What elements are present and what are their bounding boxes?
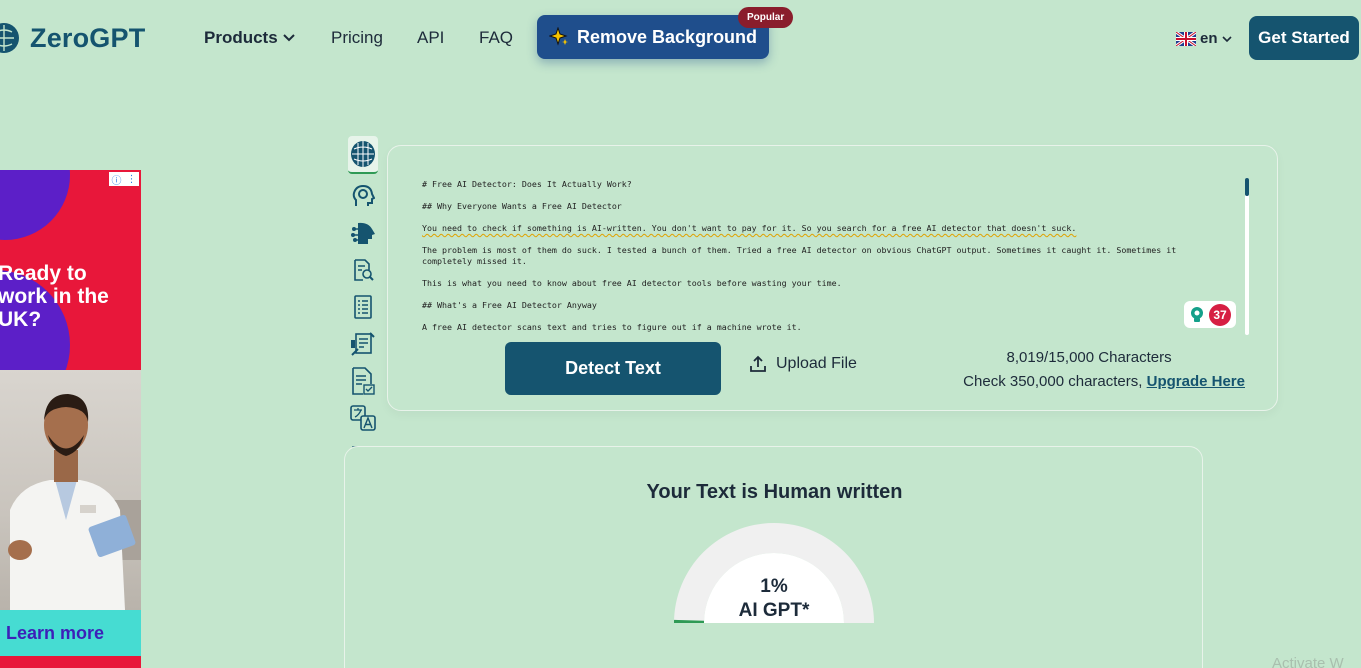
brain-icon	[351, 141, 375, 167]
tool-translator[interactable]	[348, 403, 378, 433]
brand-logo-link[interactable]: ZeroGPT	[0, 22, 145, 54]
character-count: 8,019/15,000 Characters	[1006, 349, 1172, 366]
chevron-down-icon	[1221, 35, 1232, 42]
chevron-down-icon	[282, 34, 295, 42]
ai-percentage: 1%	[760, 576, 788, 597]
tool-paraphraser[interactable]	[348, 255, 378, 285]
tools-sidebar	[345, 136, 381, 477]
windows-activation-watermark: Activate W	[1272, 655, 1344, 668]
ai-gpt-label: AI GPT*	[738, 600, 810, 621]
upload-file-label: Upload File	[776, 355, 857, 372]
ad-learn-more-button[interactable]: Learn more	[0, 610, 141, 656]
editor-line: The problem is most of them do suck. I t…	[422, 245, 1177, 266]
editor-scrollbar-track[interactable]	[1245, 178, 1249, 335]
ad-info-icon[interactable]: ⓘ	[112, 172, 122, 187]
ad-decor-circle	[0, 170, 70, 240]
document-list-icon	[354, 295, 372, 319]
upload-icon	[750, 355, 766, 372]
tool-citation[interactable]	[348, 366, 378, 396]
ad-choices[interactable]: ⓘ ⋮	[109, 172, 139, 187]
grammar-widget[interactable]: 37	[1184, 301, 1236, 328]
translate-icon	[350, 405, 376, 431]
ad-menu-icon[interactable]: ⋮	[127, 174, 137, 185]
editor-line: # Free AI Detector: Does It Actually Wor…	[422, 179, 632, 189]
ad-headline: Ready to work in the UK?	[0, 262, 109, 331]
result-card: Your Text is Human written 1% AI GPT*	[344, 446, 1203, 668]
upgrade-prefix: Check 350,000 characters,	[963, 373, 1143, 390]
remove-background-button[interactable]: Remove Background	[537, 15, 769, 59]
text-input-area[interactable]: # Free AI Detector: Does It Actually Wor…	[422, 179, 1212, 339]
upload-file-button[interactable]: Upload File	[749, 355, 857, 373]
nav-faq[interactable]: FAQ	[479, 28, 513, 48]
document-check-icon	[352, 367, 375, 395]
editor-scrollbar-thumb[interactable]	[1245, 178, 1249, 196]
ad-doctor-image	[8, 394, 141, 610]
head-gear-icon	[352, 184, 375, 206]
editor-line: ## Why Everyone Wants a Free AI Detector	[422, 201, 622, 211]
document-edit-icon	[351, 332, 375, 356]
brain-logo-icon	[0, 23, 19, 53]
language-label: en	[1200, 30, 1218, 47]
nav-api[interactable]: API	[417, 28, 444, 48]
tool-ai-detector[interactable]	[348, 136, 378, 174]
upgrade-link[interactable]: Upgrade Here	[1147, 373, 1245, 390]
issue-count-badge: 37	[1209, 303, 1231, 326]
nav-pricing[interactable]: Pricing	[331, 28, 383, 48]
brand-name: ZeroGPT	[30, 22, 146, 53]
sparkle-icon	[549, 27, 568, 46]
editor-line: This is what you need to know about free…	[422, 278, 842, 288]
uk-flag-icon	[1176, 31, 1196, 46]
popular-badge: Popular	[738, 7, 794, 28]
ai-head-icon	[351, 222, 375, 244]
tool-chat[interactable]	[348, 218, 378, 248]
advertisement[interactable]: Ready to work in the UK? Learn more ⓘ ⋮	[0, 170, 141, 668]
character-counter: 8,019/15,000 Characters Check 350,000 ch…	[963, 346, 1245, 394]
remove-background-label: Remove Background	[577, 26, 758, 47]
language-selector[interactable]: en	[1176, 30, 1232, 47]
tool-grammar-checker[interactable]	[348, 329, 378, 359]
tool-summarizer[interactable]	[348, 292, 378, 322]
tool-ai-humanizer[interactable]	[348, 181, 378, 211]
editor-line: ## What's a Free AI Detector Anyway	[422, 300, 597, 310]
document-search-icon	[354, 259, 374, 281]
gauge-label: 1% AI GPT*	[674, 575, 874, 623]
result-title: Your Text is Human written	[646, 481, 903, 503]
editor-line: You need to check if something is AI-wri…	[422, 223, 1077, 233]
get-started-button[interactable]: Get Started	[1249, 16, 1359, 60]
text-input-card: # Free AI Detector: Does It Actually Wor…	[387, 145, 1278, 411]
editor-line: A free AI detector scans text and tries …	[422, 322, 802, 332]
lightbulb-icon	[1191, 306, 1203, 322]
nav-products[interactable]: Products	[204, 28, 296, 48]
nav-products-label: Products	[204, 28, 278, 47]
detect-text-button[interactable]: Detect Text	[505, 342, 721, 395]
